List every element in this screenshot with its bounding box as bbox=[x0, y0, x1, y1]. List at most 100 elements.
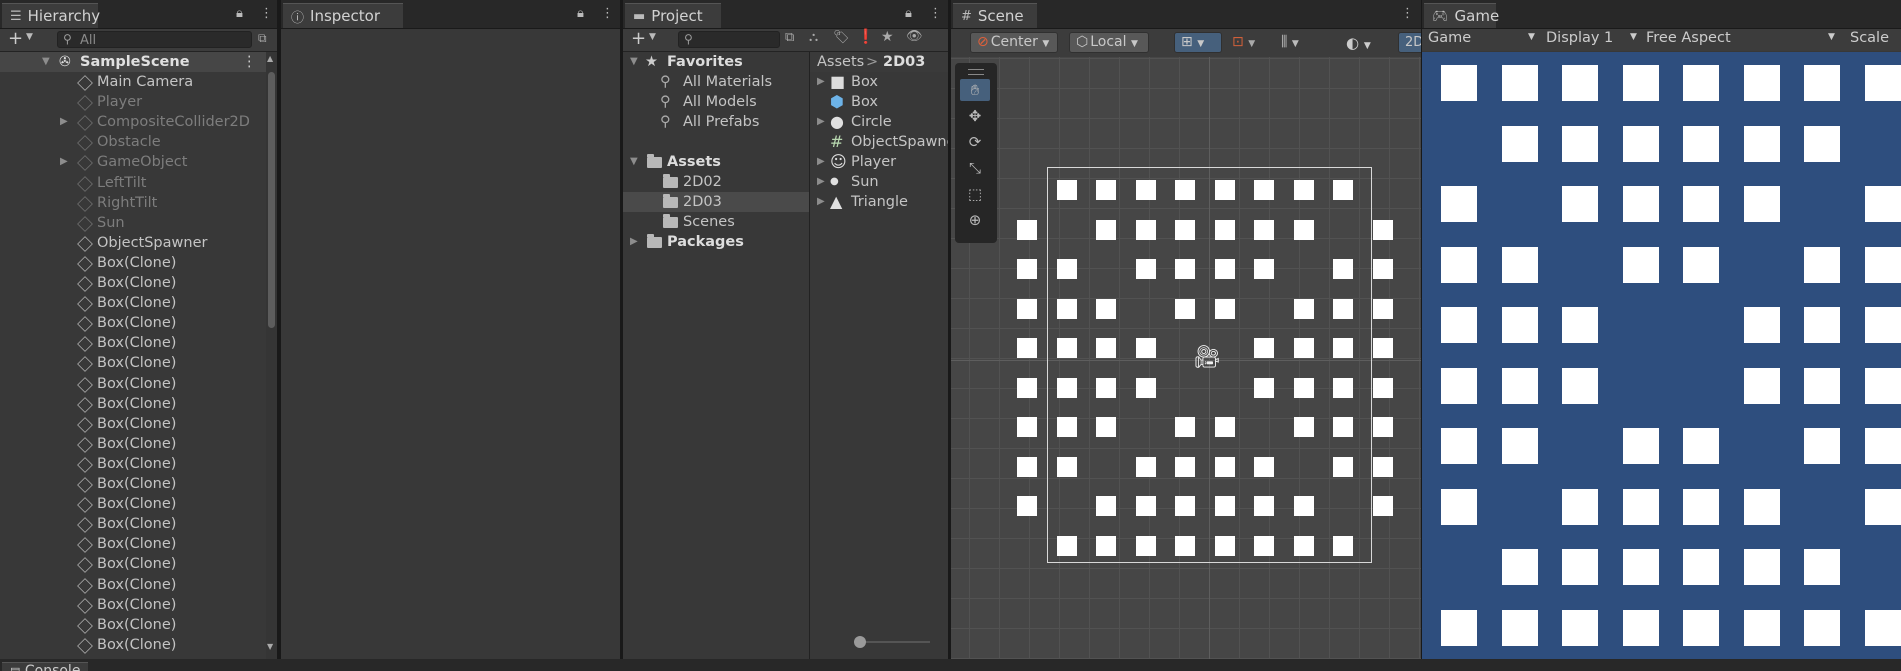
scene-box-sprite[interactable] bbox=[1254, 496, 1274, 516]
scene-box-sprite[interactable] bbox=[1096, 338, 1116, 358]
pivot-center-dropdown[interactable]: ⊘ Center ▼ bbox=[970, 32, 1058, 53]
file-item[interactable]: ▶ ☺ Player bbox=[810, 152, 948, 172]
scene-box-sprite[interactable] bbox=[1135, 219, 1156, 240]
scene-box-sprite[interactable] bbox=[1056, 259, 1077, 279]
scene-box-sprite[interactable] bbox=[1096, 496, 1116, 516]
search-by-type-icon[interactable]: ⧉ bbox=[785, 30, 794, 45]
hierarchy-item[interactable]: Box(Clone) bbox=[0, 353, 266, 373]
scene-box-sprite[interactable] bbox=[1214, 219, 1235, 240]
favorite-star-icon[interactable]: ★ bbox=[881, 29, 894, 45]
expand-arrow-icon[interactable]: ▼ bbox=[42, 52, 50, 72]
hierarchy-item[interactable]: ObjectSpawner bbox=[0, 233, 266, 253]
filter-by-type-icon[interactable]: ⛬ bbox=[809, 30, 818, 45]
file-item[interactable]: # ObjectSpawner bbox=[810, 132, 948, 152]
scene-box-sprite[interactable] bbox=[1096, 298, 1116, 319]
hierarchy-item[interactable]: ▶ GameObject bbox=[0, 152, 266, 172]
scene-box-sprite[interactable] bbox=[1096, 417, 1116, 437]
kebab-menu-icon[interactable]: ⋮ bbox=[260, 6, 273, 21]
kebab-menu-icon[interactable]: ⋮ bbox=[929, 6, 942, 21]
scene-box-sprite[interactable] bbox=[1056, 180, 1077, 200]
create-dropdown-arrow-icon[interactable]: ▼ bbox=[649, 32, 656, 42]
scene-box-sprite[interactable] bbox=[1214, 180, 1235, 200]
hierarchy-item[interactable]: Box(Clone) bbox=[0, 333, 266, 353]
scene-box-sprite[interactable] bbox=[1135, 180, 1156, 200]
scene-box-sprite[interactable] bbox=[1175, 259, 1195, 279]
asset-folder-item[interactable]: 2D03 bbox=[623, 192, 809, 212]
rect-tool-icon[interactable]: ⬚ bbox=[960, 183, 990, 205]
asset-folder-item[interactable]: 2D02 bbox=[623, 172, 809, 192]
breadcrumb-current[interactable]: 2D03 bbox=[883, 52, 925, 72]
kebab-menu-icon[interactable]: ⋮ bbox=[601, 6, 614, 21]
rotate-tool-icon[interactable]: ⟳ bbox=[960, 131, 990, 153]
filter-by-log-icon[interactable]: ❗ bbox=[857, 29, 874, 45]
expand-arrow-icon[interactable]: ▶ bbox=[60, 152, 68, 172]
breadcrumb-root[interactable]: Assets bbox=[817, 52, 864, 72]
hierarchy-item[interactable]: Box(Clone) bbox=[0, 414, 266, 434]
scene-box-sprite[interactable] bbox=[1214, 535, 1235, 556]
scene-menu-icon[interactable]: ⋮ bbox=[242, 52, 257, 72]
2d-mode-toggle[interactable]: 2D bbox=[1398, 32, 1421, 53]
scene-box-sprite[interactable] bbox=[1214, 456, 1235, 477]
scroll-up-icon[interactable]: ▲ bbox=[267, 54, 273, 63]
scene-box-sprite[interactable] bbox=[1333, 338, 1353, 358]
expand-arrow-icon[interactable]: ▶ bbox=[817, 72, 825, 92]
tab-scene[interactable]: # Scene bbox=[953, 3, 1037, 28]
camera-gizmo-icon[interactable]: 🎥︎ bbox=[1193, 345, 1221, 370]
lock-icon[interactable]: 🔒︎ bbox=[236, 6, 243, 21]
tab-console[interactable]: ▤ Console bbox=[2, 662, 89, 671]
add-button[interactable]: + bbox=[8, 28, 23, 49]
grid-snap-toggle[interactable]: ⊞ ▼ bbox=[1174, 32, 1222, 53]
scene-box-sprite[interactable] bbox=[1372, 496, 1393, 516]
scene-box-sprite[interactable] bbox=[1372, 338, 1393, 358]
hierarchy-item[interactable]: Box(Clone) bbox=[0, 474, 266, 494]
packages-row[interactable]: ▶ Packages bbox=[623, 232, 809, 252]
favorites-row[interactable]: ▼ ★ Favorites bbox=[623, 52, 809, 72]
scene-box-sprite[interactable] bbox=[1056, 456, 1077, 477]
slider-handle[interactable] bbox=[854, 636, 866, 648]
scene-box-sprite[interactable] bbox=[1333, 180, 1353, 200]
scale-control[interactable]: Scale bbox=[1850, 30, 1889, 46]
hierarchy-search-input[interactable]: ⚲ All bbox=[57, 31, 252, 48]
scene-box-sprite[interactable] bbox=[1254, 219, 1274, 240]
hierarchy-item[interactable]: Box(Clone) bbox=[0, 575, 266, 595]
file-item[interactable]: ▶ ● Circle bbox=[810, 112, 948, 132]
file-item[interactable]: ▶ ● Sun bbox=[810, 172, 948, 192]
scene-box-sprite[interactable] bbox=[1135, 259, 1156, 279]
hierarchy-item[interactable]: Box(Clone) bbox=[0, 273, 266, 293]
game-viewport[interactable] bbox=[1422, 52, 1901, 659]
scene-box-sprite[interactable] bbox=[1372, 219, 1393, 240]
lock-icon[interactable]: 🔒︎ bbox=[905, 6, 912, 21]
kebab-menu-icon[interactable]: ⋮ bbox=[1401, 6, 1414, 21]
hierarchy-item[interactable]: Box(Clone) bbox=[0, 434, 266, 454]
hierarchy-item[interactable]: Box(Clone) bbox=[0, 494, 266, 514]
scene-box-sprite[interactable] bbox=[1175, 417, 1195, 437]
scene-box-sprite[interactable] bbox=[1372, 259, 1393, 279]
expand-arrow-icon[interactable]: ▼ bbox=[630, 52, 638, 72]
hierarchy-item[interactable]: Box(Clone) bbox=[0, 635, 266, 655]
scene-box-sprite[interactable] bbox=[1135, 377, 1156, 398]
hierarchy-item[interactable]: Box(Clone) bbox=[0, 253, 266, 273]
file-item[interactable]: ⬢ Box bbox=[810, 92, 948, 112]
scene-box-sprite[interactable] bbox=[1175, 298, 1195, 319]
icon-size-slider[interactable] bbox=[854, 636, 930, 648]
scene-box-sprite[interactable] bbox=[1056, 377, 1077, 398]
scene-box-sprite[interactable] bbox=[1056, 535, 1077, 556]
add-dropdown-arrow-icon[interactable]: ▼ bbox=[26, 32, 33, 42]
scene-box-sprite[interactable] bbox=[1135, 535, 1156, 556]
hierarchy-scrollbar[interactable]: ▲ ▼ bbox=[266, 52, 277, 659]
scene-box-sprite[interactable] bbox=[1175, 456, 1195, 477]
scene-box-sprite[interactable] bbox=[1372, 298, 1393, 319]
scene-box-sprite[interactable] bbox=[1254, 338, 1274, 358]
assets-row[interactable]: ▼ Assets bbox=[623, 152, 809, 172]
scene-box-sprite[interactable] bbox=[1056, 298, 1077, 319]
scene-box-sprite[interactable] bbox=[1372, 417, 1393, 437]
scene-box-sprite[interactable] bbox=[1135, 338, 1156, 358]
display-dropdown[interactable]: Display 1 ▼ bbox=[1546, 30, 1638, 46]
lock-icon[interactable]: 🔒︎ bbox=[577, 6, 584, 21]
favorite-item[interactable]: ⚲ All Materials bbox=[623, 72, 809, 92]
expand-arrow-icon[interactable]: ▶ bbox=[630, 232, 638, 252]
hierarchy-item[interactable]: Sun bbox=[0, 213, 266, 233]
scene-box-sprite[interactable] bbox=[1214, 298, 1235, 319]
file-item[interactable]: ▶ ▲ Triangle bbox=[810, 192, 948, 212]
scene-box-sprite[interactable] bbox=[1135, 496, 1156, 516]
